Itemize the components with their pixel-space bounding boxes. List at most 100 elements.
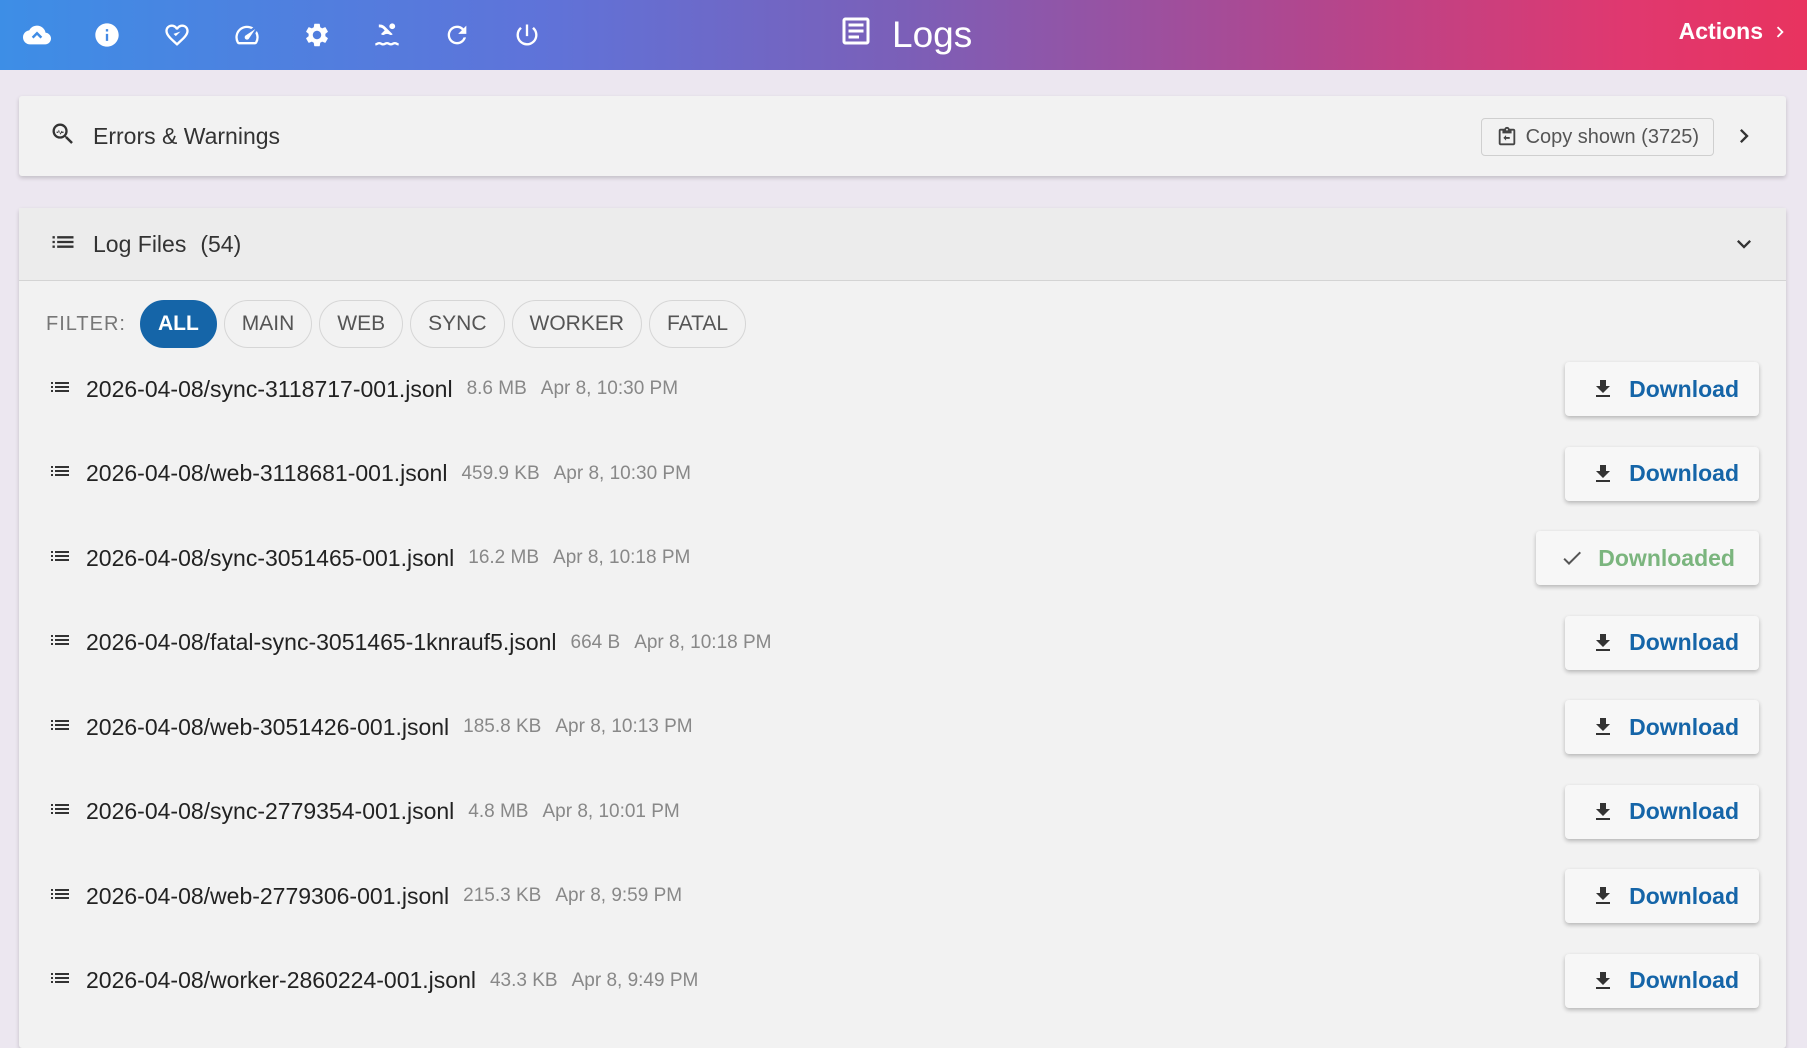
document-icon xyxy=(838,13,892,58)
list-icon xyxy=(48,628,72,657)
file-row: 2026-04-08/web-3118681-001.jsonl 459.9 K… xyxy=(19,432,1786,517)
log-files-header[interactable]: Log Files (54) xyxy=(19,208,1786,281)
filter-chip-web[interactable]: WEB xyxy=(319,300,404,348)
list-icon xyxy=(48,713,72,742)
health-icon[interactable] xyxy=(154,12,200,58)
settings-icon[interactable] xyxy=(294,12,340,58)
download-label: Download xyxy=(1629,967,1739,994)
filter-chip-all[interactable]: ALL xyxy=(139,300,217,348)
file-name: 2026-04-08/sync-3051465-001.jsonl xyxy=(86,544,455,571)
file-date: Apr 8, 10:13 PM xyxy=(555,716,693,738)
download-button[interactable]: Download xyxy=(1565,700,1759,755)
list-icon xyxy=(48,882,72,911)
file-name: 2026-04-08/sync-3118717-001.jsonl xyxy=(86,375,453,402)
file-name: 2026-04-08/web-3118681-001.jsonl xyxy=(86,460,448,487)
download-icon xyxy=(1596,971,1611,989)
download-icon xyxy=(1596,802,1611,820)
file-size: 185.8 KB xyxy=(463,716,542,738)
file-date: Apr 8, 10:18 PM xyxy=(553,547,691,569)
download-label: Download xyxy=(1629,882,1739,909)
filter-chip-worker[interactable]: WORKER xyxy=(511,300,642,348)
errors-warnings-panel: Errors & Warnings Copy shown (3725) xyxy=(19,96,1786,176)
actions-button[interactable]: Actions xyxy=(1679,18,1791,45)
downloaded-button[interactable]: Downloaded xyxy=(1536,531,1759,586)
chevron-right-icon[interactable] xyxy=(1730,122,1758,150)
file-name: 2026-04-08/worker-2860224-001.jsonl xyxy=(86,967,476,994)
file-size: 215.3 KB xyxy=(463,885,542,907)
file-date: Apr 8, 9:59 PM xyxy=(555,885,683,907)
file-row: 2026-04-08/web-2779306-001.jsonl 215.3 K… xyxy=(19,854,1786,939)
file-row: 2026-04-08/worker-2860224-001.jsonl 43.3… xyxy=(19,939,1786,1024)
file-row: 2026-04-08/fatal-sync-3051465-1knrauf5.j… xyxy=(19,601,1786,686)
filter-chip-main[interactable]: MAIN xyxy=(223,300,313,348)
errors-warnings-title: Errors & Warnings xyxy=(93,122,281,149)
file-list: 2026-04-08/sync-3118717-001.jsonl 8.6 MB… xyxy=(19,347,1786,1023)
cloud-icon[interactable] xyxy=(14,12,60,58)
errors-warnings-header[interactable]: Errors & Warnings Copy shown (3725) xyxy=(19,96,1786,176)
top-bar: Logs Actions xyxy=(0,0,1807,70)
list-icon xyxy=(48,459,72,488)
list-icon xyxy=(48,375,72,404)
info-icon[interactable] xyxy=(84,12,130,58)
chevron-down-icon[interactable] xyxy=(1730,230,1758,258)
page-title: Logs xyxy=(838,10,972,60)
downloaded-label: Downloaded xyxy=(1598,544,1735,571)
power-icon[interactable] xyxy=(504,12,550,58)
file-size: 4.8 MB xyxy=(468,800,529,822)
file-row: 2026-04-08/sync-2779354-001.jsonl 4.8 MB… xyxy=(19,770,1786,855)
actions-label: Actions xyxy=(1678,18,1763,44)
file-row: 2026-04-08/web-3051426-001.jsonl 185.8 K… xyxy=(19,685,1786,770)
file-date: Apr 8, 9:49 PM xyxy=(571,969,699,991)
file-name: 2026-04-08/web-2779306-001.jsonl xyxy=(86,882,450,909)
speed-icon[interactable] xyxy=(224,12,270,58)
download-icon xyxy=(1596,464,1611,482)
download-button[interactable]: Download xyxy=(1565,615,1759,670)
file-size: 664 B xyxy=(570,631,621,653)
search-pulse-icon xyxy=(49,120,77,153)
file-date: Apr 8, 10:01 PM xyxy=(542,800,680,822)
swim-icon[interactable] xyxy=(364,12,410,58)
page-title-text: Logs xyxy=(892,14,973,55)
download-icon xyxy=(1596,718,1611,736)
chevron-right-icon xyxy=(1776,26,1784,37)
list-icon xyxy=(48,797,72,826)
file-size: 8.6 MB xyxy=(466,378,527,400)
file-name: 2026-04-08/web-3051426-001.jsonl xyxy=(86,713,450,740)
file-date: Apr 8, 10:30 PM xyxy=(540,378,679,400)
download-label: Download xyxy=(1629,713,1739,740)
file-name: 2026-04-08/sync-2779354-001.jsonl xyxy=(86,798,455,825)
filter-chip-fatal[interactable]: FATAL xyxy=(649,300,747,348)
download-icon xyxy=(1596,887,1611,905)
download-icon xyxy=(1596,633,1611,651)
clipboard-icon xyxy=(1498,126,1515,146)
file-size: 43.3 KB xyxy=(489,969,558,991)
download-label: Download xyxy=(1629,629,1739,656)
list-icon xyxy=(49,228,77,261)
file-name: 2026-04-08/fatal-sync-3051465-1knrauf5.j… xyxy=(86,629,557,656)
check-icon xyxy=(1563,551,1582,566)
copy-shown-label: Copy shown (3725) xyxy=(1525,125,1699,148)
download-icon xyxy=(1596,380,1611,398)
file-row: 2026-04-08/sync-3118717-001.jsonl 8.6 MB… xyxy=(19,347,1786,432)
file-date: Apr 8, 10:30 PM xyxy=(553,462,691,484)
download-button[interactable]: Download xyxy=(1565,446,1759,501)
filter-chip-sync[interactable]: SYNC xyxy=(410,300,505,348)
download-label: Download xyxy=(1629,798,1739,825)
refresh-icon[interactable] xyxy=(434,12,480,58)
download-button[interactable]: Download xyxy=(1565,362,1759,417)
download-button[interactable]: Download xyxy=(1565,784,1759,839)
filter-label: FILTER: xyxy=(46,312,126,335)
log-files-panel: Log Files (54) FILTER: ALL MAIN WEB SYNC… xyxy=(19,208,1786,1048)
download-button[interactable]: Download xyxy=(1565,953,1759,1008)
list-icon xyxy=(48,966,72,995)
file-size: 16.2 MB xyxy=(468,547,540,569)
download-label: Download xyxy=(1629,375,1739,402)
file-size: 459.9 KB xyxy=(461,462,540,484)
download-button[interactable]: Download xyxy=(1565,869,1759,924)
copy-shown-button[interactable]: Copy shown (3725) xyxy=(1480,118,1714,156)
nav-icons xyxy=(14,12,574,58)
list-icon xyxy=(48,544,72,573)
download-label: Download xyxy=(1629,460,1739,487)
file-row: 2026-04-08/sync-3051465-001.jsonl 16.2 M… xyxy=(19,516,1786,601)
log-files-title: Log Files xyxy=(93,230,187,257)
